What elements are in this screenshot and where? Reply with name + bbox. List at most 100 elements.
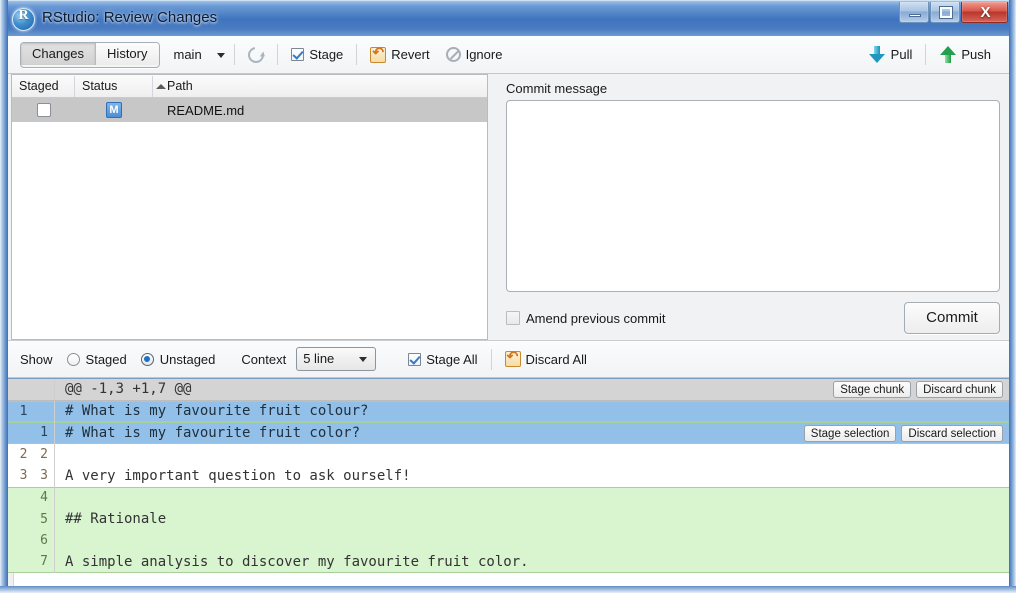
window-frame-left (0, 0, 8, 593)
gutter-new: 1 (34, 422, 55, 444)
amend-checkbox[interactable] (506, 311, 520, 325)
stage-all-button[interactable]: Stage All (404, 346, 481, 372)
row-status-cell: M (75, 102, 153, 118)
gutter-new (34, 401, 55, 423)
branch-label: main (174, 47, 202, 62)
tab-history[interactable]: History (96, 43, 158, 65)
changed-files-pane: Staged Status Path M README.md (11, 74, 488, 340)
modified-badge: M (106, 102, 122, 118)
diff-line-text: A simple analysis to discover my favouri… (55, 554, 1009, 570)
diff-line-context[interactable]: 2 2 (8, 444, 1009, 466)
refresh-button[interactable] (244, 42, 268, 68)
upper-panes: Staged Status Path M README.md Commit me… (8, 74, 1009, 340)
pull-button-label: Pull (891, 47, 913, 62)
ignore-icon (446, 47, 461, 62)
stage-selection-button[interactable]: Stage selection (804, 425, 897, 442)
gutter-old: 3 (13, 465, 34, 487)
radio-staged[interactable]: Staged (67, 352, 127, 367)
amend-previous-commit-toggle[interactable]: Amend previous commit (506, 311, 665, 326)
toolbar-divider (356, 44, 357, 65)
ignore-button[interactable]: Ignore (442, 42, 507, 68)
commit-pane: Commit message Amend previous commit Com… (498, 74, 1009, 340)
context-label: Context (241, 352, 286, 367)
column-header-status[interactable]: Status (75, 76, 153, 97)
radio-unstaged-label: Unstaged (160, 352, 216, 367)
gutter-new: 5 (34, 509, 55, 531)
discard-all-button[interactable]: Discard All (501, 346, 591, 372)
gutter-new: 3 (34, 465, 55, 487)
diff-line-added[interactable]: 5 ## Rationale (8, 509, 1009, 531)
discard-chunk-button[interactable]: Discard chunk (916, 381, 1003, 398)
diff-hunk-header[interactable]: @@ -1,3 +1,7 @@ Stage chunk Discard chun… (8, 379, 1009, 401)
gutter-old (13, 379, 34, 401)
diff-line-text: # What is my favourite fruit colour? (55, 403, 1009, 419)
table-row[interactable]: M README.md (12, 98, 487, 122)
toolbar-divider (277, 44, 278, 65)
minimize-button[interactable] (899, 2, 929, 23)
stage-chunk-button[interactable]: Stage chunk (833, 381, 911, 398)
main-toolbar: Changes History main Stage Revert Ignore (8, 36, 1009, 74)
diff-line-added[interactable]: 1 # What is my favourite fruit color? St… (8, 422, 1009, 444)
context-select[interactable]: 5 line (296, 347, 376, 371)
diff-options-bar: Show Staged Unstaged Context 5 line Stag… (8, 340, 1009, 378)
gutter-new: 2 (34, 444, 55, 466)
sort-ascending-icon (156, 84, 166, 89)
row-staged-cell[interactable] (12, 103, 75, 117)
diff-line-added[interactable]: 6 (8, 530, 1009, 552)
radio-unstaged[interactable]: Unstaged (141, 352, 216, 367)
diff-line-context[interactable]: 3 3 A very important question to ask our… (8, 465, 1009, 487)
gutter-new: 7 (34, 551, 55, 573)
gutter-old (13, 530, 34, 552)
diff-line-added[interactable]: 7 A simple analysis to discover my favou… (8, 552, 1009, 574)
toolbar-divider (234, 44, 235, 65)
stage-all-label: Stage All (426, 352, 477, 367)
discard-icon (505, 351, 521, 367)
diff-line-removed[interactable]: 1 # What is my favourite fruit colour? (8, 401, 1009, 423)
title-bar: R RStudio: Review Changes X (0, 0, 1016, 36)
gutter-new: 6 (34, 530, 55, 552)
file-list-header: Staged Status Path (12, 75, 487, 98)
column-header-staged[interactable]: Staged (12, 76, 75, 97)
branch-selector[interactable]: main (174, 47, 226, 62)
chunk-actions: Stage chunk Discard chunk (833, 381, 1003, 398)
pull-button[interactable]: Pull (865, 42, 917, 68)
radio-staged-indicator (67, 353, 80, 366)
radio-staged-label: Staged (86, 352, 127, 367)
view-tabs: Changes History (20, 42, 160, 68)
gutter-old: 1 (13, 401, 34, 423)
commit-footer: Amend previous commit Commit (506, 302, 1000, 334)
toolbar-divider (925, 44, 926, 65)
discard-selection-button[interactable]: Discard selection (901, 425, 1003, 442)
commit-message-input[interactable] (506, 100, 1000, 292)
tab-changes[interactable]: Changes (21, 43, 96, 65)
row-path-cell: README.md (153, 103, 487, 118)
gutter-new: 4 (34, 487, 55, 509)
gutter-old (13, 487, 34, 509)
commit-message-label: Commit message (506, 81, 1009, 96)
push-arrow-icon (939, 46, 956, 63)
diff-line-added[interactable]: 4 (8, 487, 1009, 509)
stage-button[interactable]: Stage (287, 42, 347, 68)
ignore-button-label: Ignore (466, 47, 503, 62)
amend-label: Amend previous commit (526, 311, 665, 326)
gutter-old (13, 509, 34, 531)
commit-button[interactable]: Commit (904, 302, 1000, 334)
push-button-label: Push (961, 47, 991, 62)
column-header-path[interactable]: Path (153, 76, 487, 97)
gutter-new (34, 379, 55, 401)
pull-arrow-icon (869, 46, 886, 63)
close-button[interactable]: X (961, 2, 1008, 23)
selection-actions: Stage selection Discard selection (804, 425, 1003, 442)
revert-button[interactable]: Revert (366, 42, 433, 68)
radio-unstaged-indicator (141, 353, 154, 366)
minimize-icon (909, 14, 921, 17)
push-button[interactable]: Push (935, 42, 995, 68)
rstudio-logo-letter: R (13, 8, 34, 24)
stage-all-checkbox (408, 353, 421, 366)
stage-checkbox[interactable] (37, 103, 51, 117)
stage-button-label: Stage (309, 47, 343, 62)
maximize-button[interactable] (930, 2, 960, 23)
refresh-icon (245, 43, 267, 65)
diff-view[interactable]: @@ -1,3 +1,7 @@ Stage chunk Discard chun… (8, 378, 1009, 586)
gutter-old: 2 (13, 444, 34, 466)
